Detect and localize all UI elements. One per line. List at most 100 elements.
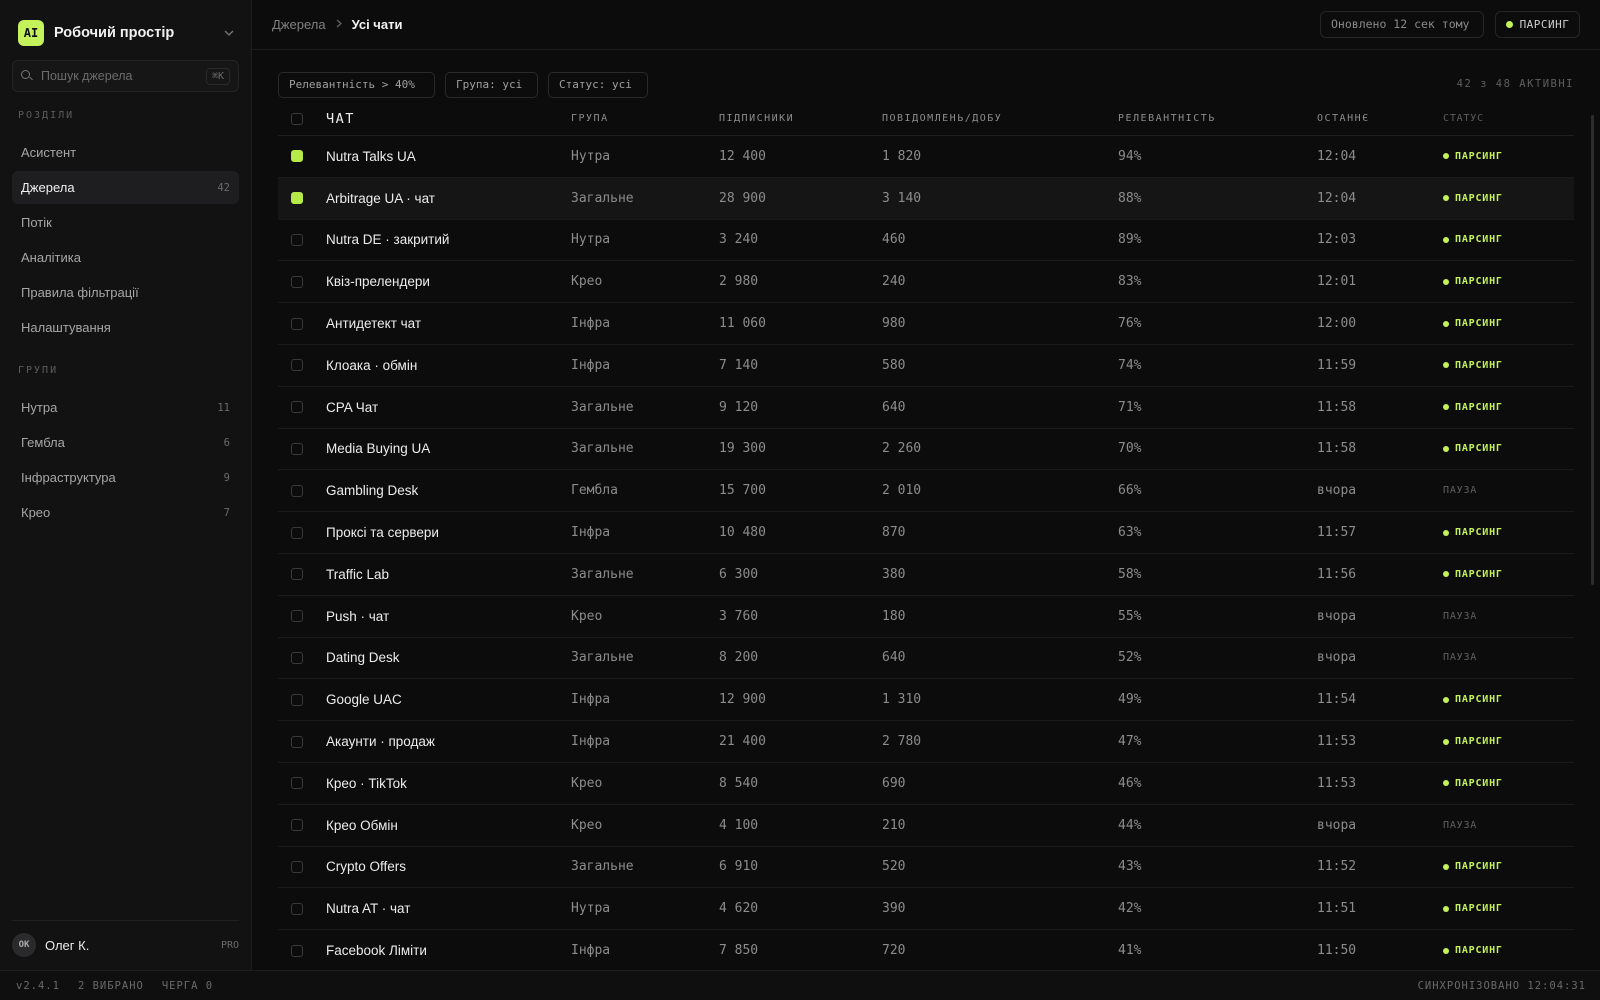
search-icon <box>21 70 33 82</box>
chat-group: Інфра <box>571 525 611 541</box>
row-checkbox[interactable] <box>278 777 326 790</box>
row-checkbox[interactable] <box>278 651 326 664</box>
table-row[interactable]: Крео · TikTok Крео 8 540 690 46% 11:53 ПАРСИНГ <box>278 763 1574 805</box>
chat-relevance: 58% <box>1118 566 1142 582</box>
row-checkbox[interactable] <box>278 317 326 330</box>
table-row[interactable]: Проксі та сервери Інфра 10 480 870 63% 11:57 П… <box>278 512 1574 554</box>
row-checkbox[interactable] <box>278 442 326 455</box>
filter-relevance[interactable]: Релевантність > 40% <box>278 72 435 98</box>
table-row[interactable]: Gambling Desk Гембла 15 700 2 010 66% вчора ПА… <box>278 470 1574 513</box>
chat-group: Крео <box>571 274 603 290</box>
row-checkbox[interactable] <box>278 568 326 581</box>
chat-name: Крео · TikTok <box>326 775 407 791</box>
chat-group: Загальне <box>571 859 634 875</box>
status-badge: ПАРСИНГ <box>1443 318 1574 329</box>
row-checkbox[interactable] <box>278 526 326 539</box>
col-status[interactable]: СТАТУС <box>1443 113 1574 124</box>
col-group[interactable]: ГРУПА <box>571 113 719 124</box>
search-input[interactable]: Пошук джерела ⌘K <box>12 60 239 92</box>
row-checkbox[interactable] <box>278 610 326 623</box>
scrollbar-thumb[interactable] <box>1591 115 1594 585</box>
chat-group: Інфра <box>571 316 611 332</box>
sections-label: РОЗДІЛИ <box>18 110 75 121</box>
group-item-infra[interactable]: Інфраструктура 9 <box>12 461 239 494</box>
table-row[interactable]: Push · чат Крео 3 760 180 55% вчора ПАУЗА <box>278 596 1574 638</box>
row-checkbox[interactable] <box>278 819 326 832</box>
row-checkbox[interactable] <box>278 860 326 873</box>
row-checkbox[interactable] <box>278 233 326 246</box>
row-checkbox[interactable] <box>278 359 326 372</box>
status-dot-icon <box>1443 529 1449 536</box>
table-row[interactable]: Квіз-преленд­ери Крео 2 980 240 83% 12:01 ПАРС… <box>278 261 1574 304</box>
status-dot-icon <box>1443 571 1449 578</box>
table-row[interactable]: Антидетект чат Інфра 11 060 980 76% 12:00 ПАРС… <box>278 303 1574 345</box>
table-row[interactable]: Nutra DE · закритий Нутра 3 240 460 89% 12:03… <box>278 220 1574 262</box>
nav-item-filter-rules[interactable]: Правила фільтрації <box>12 276 239 309</box>
row-checkbox[interactable] <box>278 275 326 288</box>
parse-button[interactable]: ПАРСИНГ <box>1495 11 1580 38</box>
col-last[interactable]: ОСТАННЄ <box>1317 113 1443 124</box>
select-all-checkbox[interactable] <box>278 112 326 125</box>
col-relevance[interactable]: РЕЛЕВАНТНІСТЬ <box>1118 113 1317 124</box>
table-row[interactable]: Facebook Ліміти Інфра 7 850 720 41% 11:50 ПАРС… <box>278 930 1574 972</box>
status-badge: ПАРСИНГ <box>1443 234 1574 245</box>
chat-last: 11:52 <box>1317 859 1357 875</box>
table-row[interactable]: Arbitrage UA · чат Загальне 28 900 3 140 88%… <box>278 177 1574 220</box>
sidebar-divider <box>12 920 239 921</box>
user-menu[interactable]: OK Олег К. PRO <box>12 932 239 958</box>
table-row[interactable]: Акаунти · продаж Інфра 21 400 2 780 47% 11:53… <box>278 721 1574 763</box>
chat-group: Нутра <box>571 232 611 248</box>
chat-messages: 720 <box>882 943 906 959</box>
table-row[interactable]: Dating Desk Загальне 8 200 640 52% вчора ПАУЗА <box>278 638 1574 680</box>
table-row[interactable]: Google UAC Інфра 12 900 1 310 49% 11:54 ПАРСИН… <box>278 679 1574 722</box>
chat-subscribers: 8 540 <box>719 775 759 791</box>
nav-item-sources[interactable]: Джерела 42 <box>12 171 239 204</box>
table-row[interactable]: CPA Чат Загальне 9 120 640 71% 11:58 ПАРСИНГ <box>278 387 1574 429</box>
filter-status[interactable]: Статус: усі <box>548 72 648 98</box>
status-badge: ПАУЗА <box>1443 610 1478 622</box>
table-row[interactable]: Крео Обмін Крео 4 100 210 44% вчора ПАУЗА <box>278 805 1574 847</box>
table-row[interactable]: Nutra AT · чат Нутра 4 620 390 42% 11:51 ПАРСИ… <box>278 888 1574 931</box>
chat-subscribers: 10 480 <box>719 525 766 541</box>
chevron-down-icon <box>222 26 236 40</box>
col-chat[interactable]: ЧАТ <box>326 111 571 127</box>
status-dot-icon <box>1443 780 1449 787</box>
row-checkbox[interactable] <box>278 693 326 706</box>
group-item-gambla[interactable]: Гембла 6 <box>12 426 239 459</box>
chat-messages: 520 <box>882 859 906 875</box>
group-item-kreo[interactable]: Крео 7 <box>12 496 239 529</box>
chat-name: Антидетект чат <box>326 316 422 332</box>
chat-relevance: 44% <box>1118 817 1142 833</box>
breadcrumb-parent[interactable]: Джерела <box>272 17 326 32</box>
filter-group[interactable]: Група: усі <box>445 72 538 98</box>
table-header: ЧАТ ГРУПА ПІДПИСНИКИ ПОВІДОМЛЕНЬ/ДОБУ РЕ… <box>278 102 1574 136</box>
row-checkbox[interactable] <box>278 735 326 748</box>
avatar: OK <box>12 933 36 957</box>
nav-item-analytics[interactable]: Аналітика <box>12 241 239 274</box>
table-row[interactable]: Media Buying UA Загальне 19 300 2 260 70% 11:… <box>278 429 1574 471</box>
row-checkbox[interactable] <box>278 944 326 957</box>
nav-item-settings[interactable]: Налаштування <box>12 311 239 344</box>
table-row[interactable]: Nutra Talks UA Нутра 12 400 1 820 94% 12:04 ПА… <box>278 136 1574 178</box>
user-name: Олег К. <box>45 937 90 953</box>
table-row[interactable]: Клоака · обмін Інфра 7 140 580 74% 11:59 ПАРСИ… <box>278 345 1574 387</box>
chat-name: Media Buying UA <box>326 441 431 457</box>
table-row[interactable]: Traffic Lab Загальне 6 300 380 58% 11:56 ПАРСИ… <box>278 554 1574 596</box>
nav-item-stream[interactable]: Потік <box>12 206 239 239</box>
col-messages[interactable]: ПОВІДОМЛЕНЬ/ДОБУ <box>882 113 1118 124</box>
nav-item-assistant[interactable]: Асистент <box>12 136 239 169</box>
active-count: 42 з 48 АКТИВНІ <box>1456 78 1574 90</box>
col-subscribers[interactable]: ПІДПИСНИКИ <box>719 113 882 124</box>
row-checkbox[interactable] <box>278 192 326 205</box>
workspace-switcher[interactable]: AI Робочий простір <box>18 20 236 46</box>
chat-relevance: 70% <box>1118 441 1142 457</box>
group-item-nutra[interactable]: Нутра 11 <box>12 391 239 424</box>
chat-group: Інфра <box>571 943 611 959</box>
row-checkbox[interactable] <box>278 150 326 163</box>
row-checkbox[interactable] <box>278 401 326 414</box>
row-checkbox[interactable] <box>278 902 326 915</box>
chat-relevance: 47% <box>1118 734 1142 750</box>
row-checkbox[interactable] <box>278 484 326 497</box>
table-row[interactable]: Crypto Offers Загальне 6 910 520 43% 11:52 ПАР… <box>278 847 1574 889</box>
breadcrumb-current: Усі чати <box>351 17 403 32</box>
